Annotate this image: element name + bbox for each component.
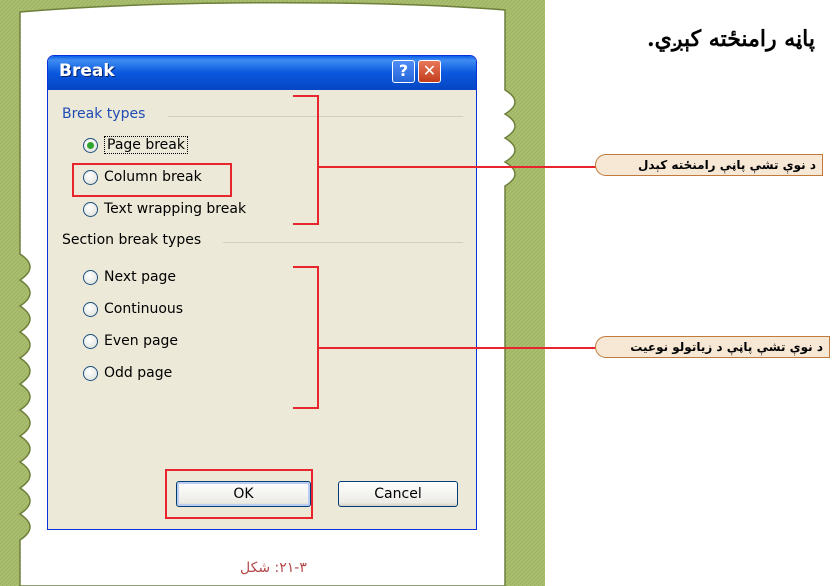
section-break-types-label: Section break types — [62, 232, 202, 248]
section-annotation: د نوې تشې پاڼې د زیاتولو نوعیت — [595, 336, 830, 358]
bracket-line — [317, 266, 319, 409]
radio-even-page[interactable]: Even page — [83, 329, 178, 353]
radio-label: Text wrapping break — [104, 201, 247, 217]
radio-button[interactable] — [83, 201, 98, 217]
bracket-line — [293, 95, 319, 97]
radio-button[interactable] — [83, 137, 98, 153]
connector-line — [317, 166, 598, 168]
page-break-highlight — [72, 163, 232, 197]
page-heading: پاڼه رامنځته کېږي. — [647, 26, 815, 52]
page-break-annotation: د نوې تشې پاڼې رامنځته کېدل — [595, 154, 823, 176]
radio-button[interactable] — [83, 269, 98, 285]
break-dialog: Break ? ✕ Break types Page break Column … — [47, 55, 477, 530]
help-button[interactable]: ? — [392, 60, 415, 83]
bracket-line — [293, 223, 319, 225]
break-types-label: Break types — [62, 106, 146, 122]
connector-line — [317, 347, 598, 349]
radio-page-break[interactable]: Page break — [83, 133, 188, 157]
bracket-line — [317, 95, 319, 225]
radio-label: Even page — [104, 333, 179, 349]
radio-button[interactable] — [83, 333, 98, 349]
radio-next-page[interactable]: Next page — [83, 265, 176, 289]
group-divider — [223, 242, 463, 243]
ok-button-highlight — [165, 469, 313, 519]
figure-caption: ۲۱-۳: شکل — [240, 560, 307, 576]
dialog-titlebar: Break ? ✕ — [48, 56, 476, 90]
bracket-line — [293, 407, 319, 409]
dialog-title: Break — [59, 61, 115, 81]
radio-label: Continuous — [104, 301, 184, 317]
radio-continuous[interactable]: Continuous — [83, 297, 183, 321]
radio-button[interactable] — [83, 365, 98, 381]
radio-label: Page break — [104, 136, 188, 154]
radio-button[interactable] — [83, 301, 98, 317]
radio-label: Next page — [104, 269, 177, 285]
radio-odd-page[interactable]: Odd page — [83, 361, 172, 385]
radio-text-wrapping-break[interactable]: Text wrapping break — [83, 197, 246, 221]
cancel-button[interactable]: Cancel — [338, 481, 458, 507]
group-divider — [168, 116, 463, 117]
bracket-line — [293, 266, 319, 268]
close-button[interactable]: ✕ — [418, 60, 441, 83]
radio-label: Odd page — [104, 365, 173, 381]
